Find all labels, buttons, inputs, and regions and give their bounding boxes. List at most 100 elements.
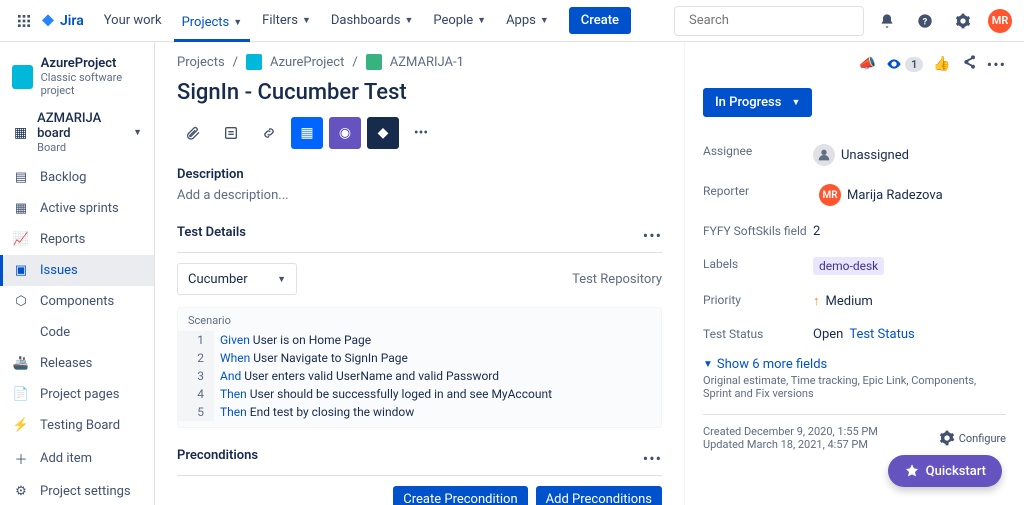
reporter-avatar: MR [819,184,841,206]
breadcrumb-key[interactable]: AZMARIJA-1 [390,55,464,70]
scenario-editor[interactable]: Scenario 1Given User is on Home Page2Whe… [177,307,662,428]
sidebar-item-releases[interactable]: 🚢Releases [0,348,154,379]
scenario-label: Scenario [178,314,661,331]
sidebar-item-add-item[interactable]: ＋Add item [0,441,154,476]
chevron-down-icon: ▼ [477,15,486,26]
test-status-value[interactable]: Open Test Status [813,327,1006,342]
vote-icon[interactable]: 👍 [933,56,950,72]
sidebar-item-label: Reports [40,232,85,247]
project-sidebar: AzureProjectClassic software project ▦AZ… [0,42,155,505]
nav-dashboards[interactable]: Dashboards▼ [323,9,422,32]
description-label: Description [177,167,662,182]
user-avatar[interactable]: MR [988,9,1012,33]
labels-value[interactable]: demo-desk [813,257,1006,275]
sidebar-item-label: Project pages [40,387,119,402]
sidebar-item-issues[interactable]: ▣ Issues [0,255,154,286]
test-type-select[interactable]: Cucumber▼ [177,263,297,295]
nav-filters[interactable]: Filters▼ [254,9,319,32]
sidebar-item-project-pages[interactable]: 📄 Project pages [0,379,154,410]
feedback-icon[interactable]: 📣 [859,56,876,72]
sidebar-item-components[interactable]: ⬡ Components [0,286,154,317]
top-nav: Jira Your work Projects▼ Filters▼ Dashbo… [0,0,1024,42]
search-input[interactable] [689,13,855,28]
priority-icon: ↑ [813,293,820,309]
sidebar-item-label: Releases [40,356,92,371]
test-status-label: Test Status [703,327,813,342]
sidebar-item-label: Issues [40,263,78,278]
backlog-icon: ▤ [12,170,30,185]
test-repository-link[interactable]: Test Repository [572,272,662,287]
priority-value[interactable]: ↑Medium [813,293,1006,309]
configure-button[interactable]: Configure [939,425,1006,451]
show-more-fields-sub: Original estimate, Time tracking, Epic L… [703,374,1006,400]
quickstart-button[interactable]: Quickstart [888,455,1002,487]
page-icon: 📄 [12,387,30,402]
code-line: 5Then End test by closing the window [178,403,661,421]
assignee-value[interactable]: Unassigned [813,144,1006,166]
sidebar-item-backlog[interactable]: ▤ Backlog [0,162,154,193]
custom-field-value[interactable]: 2 [813,224,1006,239]
project-avatar-icon [246,54,262,70]
breadcrumb-project[interactable]: AzureProject [270,55,344,70]
sidebar-item-label: Backlog [40,170,86,185]
custom-field-label: FYFY SoftSkils field [703,224,813,239]
nav-apps[interactable]: Apps▼ [498,9,557,32]
settings-icon[interactable] [948,6,978,36]
sidebar-item-reports[interactable]: 📈Reports [0,224,154,255]
nav-projects[interactable]: Projects▼ [174,11,251,42]
chevron-down-icon: ▼ [233,17,242,28]
person-icon [813,144,835,166]
project-header[interactable]: AzureProjectClassic software project [0,50,154,103]
project-name: AzureProject [41,56,142,71]
updated-date: Updated March 18, 2021, 4:57 PM [703,438,878,451]
preconditions-menu[interactable]: ••• [643,449,662,468]
share-icon[interactable] [961,54,977,74]
show-more-fields[interactable]: ▼Show 6 more fields [703,357,1006,372]
component-icon: ⬡ [12,294,30,309]
status-button[interactable]: In Progress▼ [703,88,812,117]
project-icon [12,65,33,89]
issue-actions-menu[interactable]: ••• [987,55,1006,74]
child-issue-button[interactable] [215,117,247,149]
search-box[interactable] [674,6,864,36]
nav-your-work[interactable]: Your work [96,9,170,32]
attach-button[interactable] [177,117,209,149]
gear-icon: ⚙ [12,484,30,499]
board-selector[interactable]: ▦AZMARIJA boardBoard ▼ [0,103,154,162]
sidebar-item-code[interactable]: Code [0,317,154,348]
addon-1-button[interactable]: ▦ [291,117,323,149]
watch-button[interactable]: 1 [886,56,923,72]
issue-main: Projects/ AzureProject/ AZMARIJA-1 SignI… [155,42,684,505]
jira-logo[interactable]: Jira [40,13,84,29]
sidebar-item-label: Components [40,294,114,309]
test-details-menu[interactable]: ••• [643,226,662,245]
sidebar-item-project-settings[interactable]: ⚙Project settings [0,476,154,505]
issue-title[interactable]: SignIn - Cucumber Test [177,80,662,105]
issue-icon: ▣ [12,263,30,278]
nav-people[interactable]: People▼ [425,9,494,32]
sidebar-item-label: Add item [40,451,92,466]
breadcrumb-projects[interactable]: Projects [177,55,225,70]
board-icon: ▦ [12,201,30,216]
assignee-label: Assignee [703,144,813,166]
svg-text:?: ? [923,16,928,27]
reporter-value[interactable]: MRMarija Radezova [813,184,1006,206]
sidebar-item-testing-board[interactable]: ⚡Testing Board [0,410,154,441]
preconditions-label: Preconditions [177,448,258,463]
add-preconditions-button[interactable]: Add Preconditions [536,486,662,505]
issue-details-panel: 📣 1 👍 ••• In Progress▼ AssigneeUnassigne… [684,42,1024,505]
addon-2-button[interactable]: ◉ [329,117,361,149]
notifications-icon[interactable] [872,6,902,36]
more-actions-button[interactable]: ••• [405,117,437,149]
create-button[interactable]: Create [569,7,631,34]
link-button[interactable] [253,117,285,149]
labels-label: Labels [703,257,813,275]
create-precondition-button[interactable]: Create Precondition [393,486,527,505]
test-details-label: Test Details [177,225,246,240]
help-icon[interactable]: ? [910,6,940,36]
description-field[interactable]: Add a description... [177,188,662,203]
addon-3-button[interactable]: ◆ [367,117,399,149]
app-switcher-icon[interactable] [12,9,36,33]
sidebar-item-active-sprints[interactable]: ▦Active sprints [0,193,154,224]
code-line: 4Then User should be successfully loged … [178,385,661,403]
